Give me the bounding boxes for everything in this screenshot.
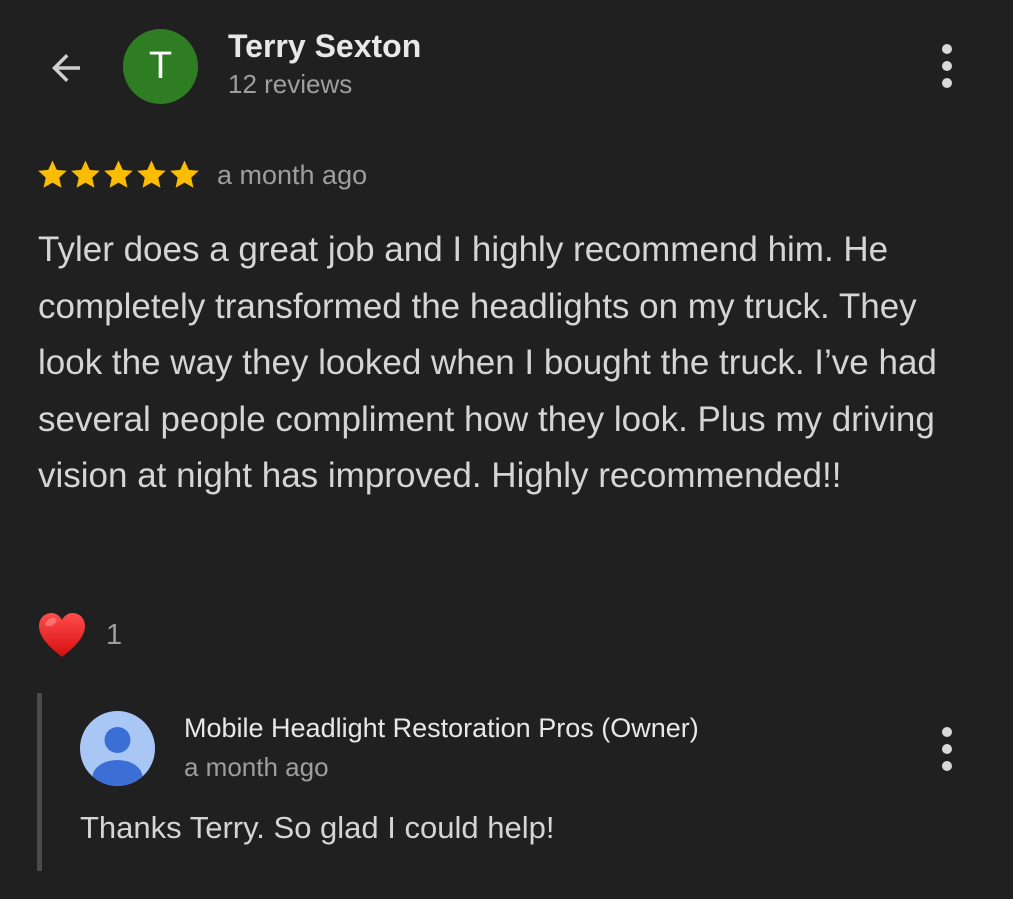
review-time: a month ago bbox=[217, 160, 368, 190]
reaction-count: 1 bbox=[106, 618, 123, 651]
review-text: Tyler does a great job and I highly reco… bbox=[38, 230, 937, 495]
arrow-left-icon bbox=[52, 54, 80, 82]
star-rating bbox=[36, 158, 201, 191]
review-detail-screen: T Terry Sexton 12 reviews a month ago Ty… bbox=[0, 0, 1013, 899]
more-options-button[interactable] bbox=[927, 36, 967, 96]
star-icon bbox=[170, 160, 199, 188]
person-icon bbox=[92, 727, 143, 786]
reply-more-options-button[interactable] bbox=[927, 719, 967, 779]
more-vert-icon bbox=[942, 727, 952, 737]
star-icon bbox=[38, 160, 67, 188]
back-button[interactable] bbox=[40, 42, 92, 94]
reviewer-name[interactable]: Terry Sexton bbox=[228, 28, 421, 65]
reviewer-review-count[interactable]: 12 reviews bbox=[228, 69, 352, 100]
star-icon bbox=[71, 160, 100, 188]
star-icon bbox=[104, 160, 133, 188]
heart-icon bbox=[39, 613, 85, 657]
reviewer-avatar[interactable]: T bbox=[123, 29, 198, 104]
reply-divider bbox=[37, 693, 42, 871]
owner-avatar bbox=[80, 711, 155, 786]
star-icon bbox=[137, 160, 166, 188]
reviewer-avatar-letter: T bbox=[148, 45, 173, 87]
owner-name: Mobile Headlight Restoration Pros (Owner… bbox=[184, 713, 699, 743]
more-vert-icon bbox=[942, 44, 952, 54]
reaction-button[interactable]: 1 bbox=[36, 610, 122, 660]
owner-reply-text: Thanks Terry. So glad I could help! bbox=[80, 810, 555, 845]
owner-reply-time: a month ago bbox=[184, 752, 329, 782]
